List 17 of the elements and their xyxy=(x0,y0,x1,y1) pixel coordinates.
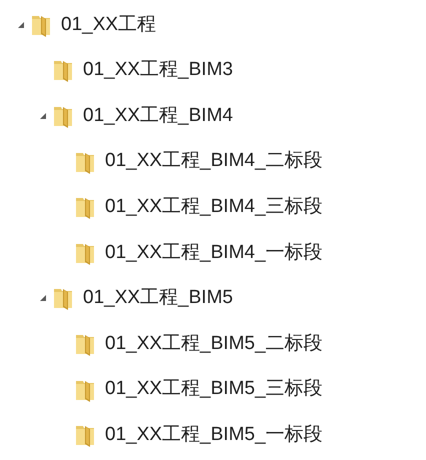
folder-name[interactable]: 01_XX工程_BIM5_二标段 xyxy=(105,330,323,358)
folder-icon xyxy=(74,423,96,448)
folder-name[interactable]: 01_XX工程_BIM4 xyxy=(83,102,233,130)
folder-name[interactable]: 01_XX工程_BIM4_二标段 xyxy=(105,147,323,176)
folder-icon xyxy=(74,195,96,220)
expanded-arrow-icon[interactable] xyxy=(39,294,47,302)
folder-name[interactable]: 01_XX工程 xyxy=(61,10,156,40)
folder-icon xyxy=(52,58,74,82)
folder-name[interactable]: 01_XX工程_BIM3 xyxy=(83,56,233,85)
expanded-arrow-icon[interactable] xyxy=(39,112,47,120)
expanded-arrow-icon[interactable] xyxy=(17,20,25,29)
folder-name[interactable]: 01_XX工程_BIM4_一标段 xyxy=(105,238,323,268)
folder-name[interactable]: 01_XX工程_BIM5 xyxy=(83,284,233,313)
folder-name[interactable]: 01_XX工程_BIM5_一标段 xyxy=(105,420,323,450)
folder-name[interactable]: 01_XX工程_BIM5_三标段 xyxy=(105,375,323,404)
folder-name[interactable]: 01_XX工程_BIM4_三标段 xyxy=(105,192,323,222)
folder-icon xyxy=(52,286,74,310)
